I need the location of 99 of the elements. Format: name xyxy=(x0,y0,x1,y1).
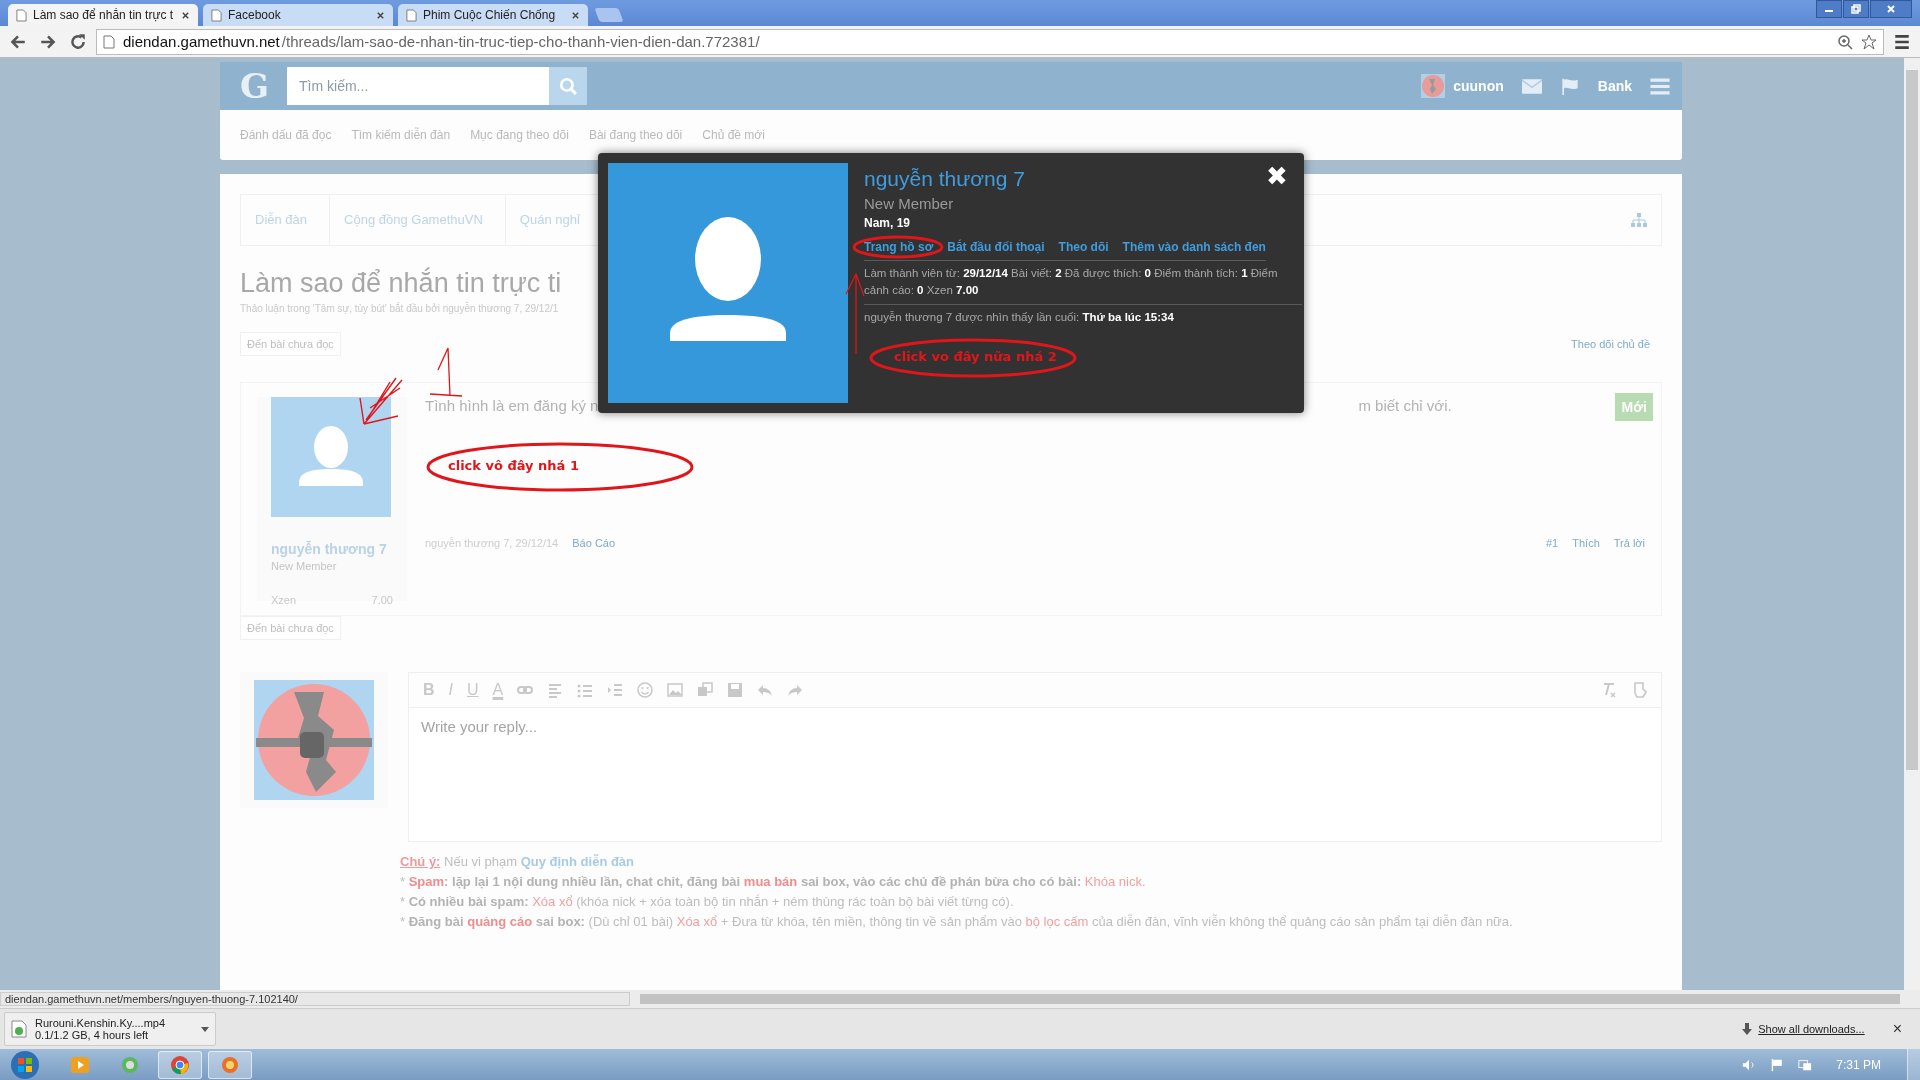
thread-title: Làm sao để nhắn tin trực ti xyxy=(240,268,562,299)
report-link[interactable]: Báo Cáo xyxy=(572,537,616,549)
list-icon[interactable] xyxy=(577,682,594,698)
rule-line: * Có nhiều bài spam: Xóa xổ (khóa nick + xóa toàn bộ tin nhắn + ném thùng rác toàn bộ bài viết từng có). xyxy=(400,893,1015,911)
vertical-scrollbar[interactable] xyxy=(1904,58,1920,990)
sitemap-icon[interactable] xyxy=(1631,213,1647,227)
download-item[interactable]: Rurouni.Kenshin.Ky....mp4 0.1/1.2 GB, 4 hours left xyxy=(4,1012,216,1046)
horizontal-scrollbar[interactable] xyxy=(640,994,1900,1004)
page-icon xyxy=(16,8,27,22)
new-tab-button[interactable] xyxy=(594,8,624,22)
browser-tab[interactable]: Làm sao để nhắn tin trực t xyxy=(8,4,198,26)
post-text: m biết chỉ với. xyxy=(1358,397,1452,414)
post-text: Tình hình là em đăng ký n xyxy=(425,397,599,414)
flag-icon[interactable] xyxy=(1770,1057,1785,1072)
smiley-icon[interactable] xyxy=(637,682,654,698)
mail-icon[interactable] xyxy=(1521,77,1542,95)
minimize-button[interactable] xyxy=(1816,0,1842,18)
member-role: New Member xyxy=(864,195,955,212)
reply-link[interactable]: Trả lời xyxy=(1613,537,1645,549)
note-link[interactable]: Chú ý: xyxy=(400,854,441,869)
status-url: diendan.gamethuvn.net/members/nguyen-thuong-7.102140/ xyxy=(0,992,630,1006)
media-icon[interactable] xyxy=(697,682,714,698)
rules-link[interactable]: Quy định diễn đàn xyxy=(520,854,635,869)
start-button[interactable] xyxy=(10,1049,40,1080)
author-name[interactable]: nguyễn thương 7 xyxy=(271,541,393,557)
close-button[interactable]: × xyxy=(1886,1019,1908,1039)
image-icon[interactable] xyxy=(667,682,684,698)
show-desktop-button[interactable] xyxy=(1907,1049,1920,1080)
page-icon xyxy=(406,8,417,22)
annotation-arrow xyxy=(359,377,403,425)
unread-button[interactable]: Đến bài chưa đọc xyxy=(240,616,341,640)
new-badge: Mới xyxy=(1615,393,1653,421)
nav-link[interactable]: Tìm kiếm diễn đàn xyxy=(351,128,451,142)
last-seen-text: nguyễn thương 7 được nhìn thấy lần cuối: Thứ ba lúc 15:34 xyxy=(864,311,1175,323)
member-action-link[interactable]: Trang hồ sơ xyxy=(864,240,934,254)
nav-link[interactable]: Mục đang theo dõi xyxy=(470,128,569,142)
app-icon[interactable] xyxy=(208,1050,252,1079)
site-logo[interactable]: G xyxy=(240,66,270,106)
avatar-icon[interactable] xyxy=(271,397,391,517)
breadcrumb-item[interactable]: Diễn đàn xyxy=(241,195,331,245)
save-icon[interactable] xyxy=(727,682,744,698)
caret-icon[interactable] xyxy=(201,1026,209,1032)
clock[interactable]: 7:31 PM xyxy=(1836,1057,1881,1072)
restore-button[interactable] xyxy=(1843,0,1869,18)
member-info: Nam, 19 xyxy=(864,216,912,230)
nav-link[interactable]: Đánh dấu đã đọc xyxy=(240,128,332,142)
indent-icon[interactable] xyxy=(607,682,624,698)
close-button[interactable] xyxy=(1870,0,1912,18)
show-all-downloads-link[interactable]: Show all downloads... xyxy=(1758,1023,1865,1035)
rule-line: * Đăng bài quảng cáo sai box: (Dù chỉ 01 bài) Xóa xổ + Đưa từ khóa, tên miền, thông tin về sản phẩm vào bộ lọc cấm của diễn đàn, vĩnh viễn không thể quảng cáo sản phẩm tại diễn đàn nữa. xyxy=(400,913,1514,931)
close-icon xyxy=(1886,4,1896,14)
avatar-icon[interactable] xyxy=(608,163,848,403)
rule-line: * Spam: lặp lại 1 nội dung nhiều lần, chat chit, đăng bài mua bán sai box, vào các chủ đề phán bừa cho có bài: Khóa nick. xyxy=(400,873,1147,891)
rule-line: Chú ý: Nếu vi phạm Quy định diễn đàn xyxy=(400,853,636,871)
star-icon[interactable] xyxy=(1861,33,1877,50)
search-button[interactable] xyxy=(549,67,588,105)
watch-link[interactable]: Theo dõi chủ đề xyxy=(1571,338,1650,350)
search-icon xyxy=(559,77,578,95)
search-field[interactable]: Tìm kiếm... xyxy=(287,67,550,105)
chrome-icon[interactable] xyxy=(158,1050,202,1079)
breadcrumb-item[interactable]: Cộng đồng GamethuVN xyxy=(330,195,506,245)
close-icon[interactable] xyxy=(181,10,190,20)
nav-link[interactable]: Bài đang theo dõi xyxy=(588,128,683,142)
user-menu[interactable]: cuunon xyxy=(1421,74,1504,98)
post-number-link[interactable]: #1 xyxy=(1546,537,1559,549)
reply-field[interactable]: Write your reply... xyxy=(408,707,1662,842)
member-action-link[interactable]: Thêm vào danh sách đen xyxy=(1122,240,1266,254)
redo-icon[interactable] xyxy=(787,682,804,698)
annotation-number-drawing xyxy=(429,347,463,397)
download-icon xyxy=(1742,1023,1753,1035)
member-stats: Làm thành viên từ: 29/12/14 Bài viết: 2 Đã được thích: 0 Điểm thành tích: 1 Điểm cảnh cáo: 0 Xzen 7.00 xyxy=(864,261,1302,305)
file-icon xyxy=(11,1020,27,1038)
reload-icon[interactable] xyxy=(69,32,87,51)
page-icon xyxy=(211,8,222,22)
network-icon[interactable] xyxy=(1798,1057,1813,1072)
member-action-link[interactable]: Bắt đầu đối thoại xyxy=(947,240,1045,254)
restore-icon xyxy=(1851,4,1861,14)
bank-link[interactable]: Bank xyxy=(1597,78,1632,94)
user-avatar xyxy=(1421,74,1446,98)
annotation-text: click vo đây nữa nhá 2 xyxy=(894,349,1057,364)
unread-button[interactable]: Đến bài chưa đọc xyxy=(240,332,341,356)
flag-icon[interactable] xyxy=(1559,77,1580,95)
browser-tab[interactable]: Phim Cuộc Chiến Chống xyxy=(398,4,588,26)
nav-link[interactable]: Chủ đề mới xyxy=(702,128,765,142)
address-bar[interactable]: diendan.gamethuvn.net/threads/lam-sao-de-nhan-tin-truc-tiep-cho-thanh-vien-dien-dan.772381/ xyxy=(96,28,1884,55)
page-icon xyxy=(103,34,115,49)
menu-icon[interactable] xyxy=(1893,32,1911,51)
source-icon[interactable] xyxy=(1631,682,1647,698)
zoom-icon[interactable] xyxy=(1837,33,1853,50)
clear-format-icon[interactable] xyxy=(1601,682,1617,698)
like-link[interactable]: Thích xyxy=(1572,537,1600,549)
browser-tab[interactable]: Facebook xyxy=(203,4,393,26)
close-button[interactable]: ✖ xyxy=(1266,163,1288,189)
annotation-text: click vô đây nhá 1 xyxy=(448,458,579,473)
close-icon[interactable] xyxy=(376,10,385,20)
close-icon[interactable] xyxy=(571,10,580,20)
member-action-link[interactable]: Theo dõi xyxy=(1058,240,1109,254)
align-icon[interactable] xyxy=(547,682,564,698)
member-name[interactable]: nguyễn thương 7 xyxy=(864,167,1266,191)
